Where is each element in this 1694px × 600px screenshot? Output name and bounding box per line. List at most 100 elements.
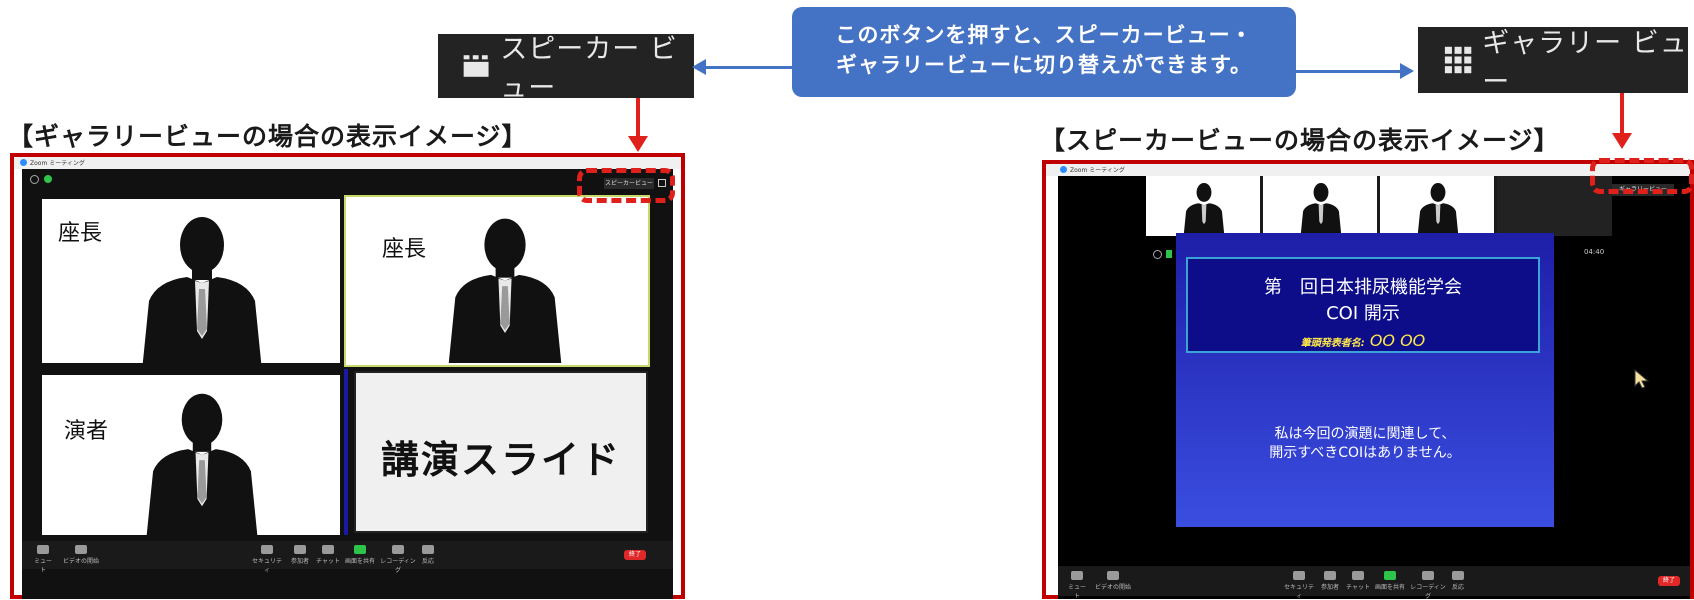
participants-icon	[1324, 571, 1336, 580]
tile-label: 演者	[64, 419, 109, 444]
right-panel-heading: 【スピーカービューの場合の表示イメージ】	[1040, 126, 1560, 155]
mute-button[interactable]: ミュート	[32, 545, 54, 574]
callout-arrow-right	[1400, 63, 1414, 79]
end-meeting-button[interactable]: 終了	[624, 550, 646, 560]
start-video-label: ビデオの開始	[62, 558, 99, 565]
gallery-view-frame: Zoom ミーティング スピーカービュー 座長 座長 演者 講演スライド ミュー…	[10, 153, 685, 599]
security-button[interactable]: セキュリティ	[250, 545, 284, 574]
meeting-toolbar: ミュート ビデオの開始 セキュリティ 参加者 チャット 画面を共有 レコーディン…	[1058, 566, 1690, 600]
person-silhouette-icon	[142, 217, 262, 363]
share-screen-icon	[1384, 571, 1396, 580]
gallery-grid-icon	[1444, 46, 1472, 74]
person-silhouette-icon	[448, 218, 562, 363]
slide-title-box: 第 回日本排尿機能学会 COI 開示 筆頭発表者名: OO OO	[1186, 257, 1540, 353]
mouse-cursor-icon	[1634, 368, 1650, 389]
callout-line-left	[705, 66, 795, 69]
speaker-view-frame: Zoom ミーティング ギャラリービュー 04:40 第 回日本排尿機能学会 C…	[1042, 158, 1694, 600]
reactions-label: 反応	[421, 558, 434, 565]
participants-label: 参加者	[290, 558, 309, 565]
share-screen-button[interactable]: 画面を共有	[344, 545, 376, 565]
share-screen-label: 画面を共有	[344, 558, 375, 565]
person-silhouette-icon	[146, 393, 258, 535]
end-meeting-button[interactable]: 終了	[1658, 576, 1680, 586]
left-panel-heading: 【ギャラリービューの場合の表示イメージ】	[8, 122, 528, 151]
zoom-window: ギャラリービュー 04:40 第 回日本排尿機能学会 COI 開示 筆頭発表者名…	[1058, 176, 1690, 600]
slide-tile[interactable]: 講演スライド	[344, 369, 650, 535]
microphone-icon	[1071, 571, 1083, 580]
speaker-view-icon	[463, 55, 489, 77]
thumbnail-participant[interactable]	[1380, 176, 1494, 236]
speaker-view-button[interactable]: スピーカー ビュー	[438, 34, 694, 104]
slide-title-line-1: 第 回日本排尿機能学会	[1264, 277, 1462, 298]
video-tile-chair-1[interactable]: 座長	[42, 199, 340, 363]
callout-line-2: ギャラリービューに切り替えができます。	[836, 53, 1252, 77]
shield-icon	[44, 175, 52, 183]
video-tile-chair-2[interactable]: 座長	[344, 195, 650, 367]
shield-icon	[261, 545, 273, 554]
mute-label: ミュート	[33, 558, 52, 574]
chat-label: チャット	[1346, 584, 1370, 591]
zoom-window: スピーカービュー 座長 座長 演者 講演スライド ミュート ビデオの開始 セキュ…	[22, 169, 673, 599]
slide-body-line-2: 開示すべきCOIはありません。	[1269, 445, 1461, 461]
start-video-button[interactable]: ビデオの開始	[1092, 571, 1134, 591]
reaction-icon	[422, 545, 434, 554]
person-silhouette-icon	[1183, 182, 1225, 236]
window-title: Zoom ミーティング	[30, 160, 85, 167]
shield-icon	[1293, 571, 1305, 580]
gallery-view-label: ギャラリー ビュー	[1482, 28, 1688, 98]
tile-label: 座長	[58, 221, 103, 246]
participants-button[interactable]: 参加者	[1318, 571, 1342, 591]
share-screen-button[interactable]: 画面を共有	[1374, 571, 1406, 591]
shared-slide: 第 回日本排尿機能学会 COI 開示 筆頭発表者名: OO OO 私は今回の演題…	[1176, 233, 1554, 527]
meeting-timer: 04:40	[1584, 248, 1605, 256]
record-label: レコーディング	[380, 558, 416, 574]
callout-line-1: このボタンを押すと、スピーカービュー・	[835, 23, 1253, 47]
record-button[interactable]: レコーディング	[1410, 571, 1446, 600]
record-icon	[392, 545, 404, 554]
thumbnail-strip	[1146, 176, 1612, 236]
record-button[interactable]: レコーディング	[380, 545, 416, 574]
slide-presenter: 筆頭発表者名: OO OO	[1188, 331, 1538, 350]
highlight-speaker-view-button	[577, 168, 675, 203]
video-off-icon	[75, 545, 87, 554]
participants-icon	[294, 545, 306, 554]
mute-label: ミュート	[1067, 584, 1086, 600]
zoom-logo-icon	[1060, 166, 1067, 173]
slide-tile-label: 講演スライド	[380, 438, 621, 482]
slide-presenter-name: OO OO	[1369, 331, 1426, 350]
person-silhouette-icon	[1300, 182, 1342, 236]
reactions-button[interactable]: 反応	[418, 545, 438, 565]
security-button[interactable]: セキュリティ	[1282, 571, 1316, 600]
red-arrow-left-shaft	[636, 98, 640, 138]
thumbnail-participant[interactable]	[1146, 176, 1260, 236]
speaker-view-label: スピーカー ビュー	[500, 34, 678, 104]
chat-button[interactable]: チャット	[316, 545, 340, 565]
zoom-logo-icon	[20, 159, 27, 166]
chat-label: チャット	[316, 558, 340, 565]
callout-box: このボタンを押すと、スピーカービュー・ ギャラリービューに切り替えができます。	[792, 7, 1296, 97]
participants-label: 参加者	[1320, 584, 1339, 591]
window-title: Zoom ミーティング	[1070, 167, 1125, 174]
info-icon	[1153, 250, 1162, 259]
participants-button[interactable]: 参加者	[288, 545, 312, 565]
mute-button[interactable]: ミュート	[1066, 571, 1088, 600]
share-screen-icon	[354, 545, 366, 554]
reactions-label: 反応	[1451, 584, 1464, 591]
reactions-button[interactable]: 反応	[1448, 571, 1468, 591]
lock-icon	[1166, 250, 1172, 258]
slide-presenter-label: 筆頭発表者名:	[1300, 338, 1365, 349]
info-icon	[30, 175, 39, 184]
red-arrow-left-head	[628, 136, 648, 152]
thumbnail-participant[interactable]	[1263, 176, 1377, 236]
highlight-gallery-view-button	[1590, 158, 1694, 194]
reaction-icon	[1452, 571, 1464, 580]
meeting-toolbar: ミュート ビデオの開始 セキュリティ 参加者 チャット 画面を共有 レコーディン…	[22, 541, 673, 574]
start-video-button[interactable]: ビデオの開始	[60, 545, 102, 565]
callout-arrow-left	[692, 59, 706, 75]
gallery-view-button[interactable]: ギャラリー ビュー	[1418, 27, 1688, 98]
video-off-icon	[1107, 571, 1119, 580]
chat-button[interactable]: チャット	[1346, 571, 1370, 591]
share-screen-label: 画面を共有	[1374, 584, 1405, 591]
video-tile-speaker[interactable]: 演者	[42, 375, 340, 535]
chat-icon	[1352, 571, 1364, 580]
